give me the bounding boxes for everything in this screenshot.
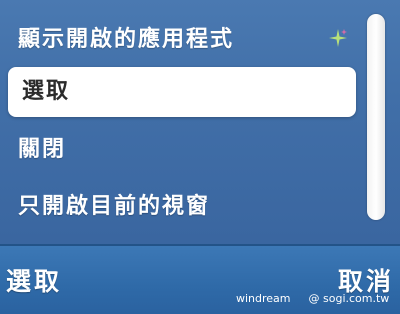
watermark-right: @ sogi.com.tw [308,292,390,305]
scrollbar[interactable] [367,14,385,220]
watermark: windream @ sogi.com.tw [236,292,389,305]
menu-item-close[interactable]: 關閉 [18,130,66,170]
menu-item-open-current-window-only[interactable]: 只開啟目前的視窗 [18,187,210,227]
watermark-left: windream [236,292,291,305]
menu-item-show-open-apps[interactable]: 顯示開啟的應用程式 [18,20,234,60]
menu-item-select[interactable]: 選取 [22,72,70,112]
sparkle-icon [329,29,347,47]
softkey-select-button[interactable]: 選取 [6,262,62,302]
